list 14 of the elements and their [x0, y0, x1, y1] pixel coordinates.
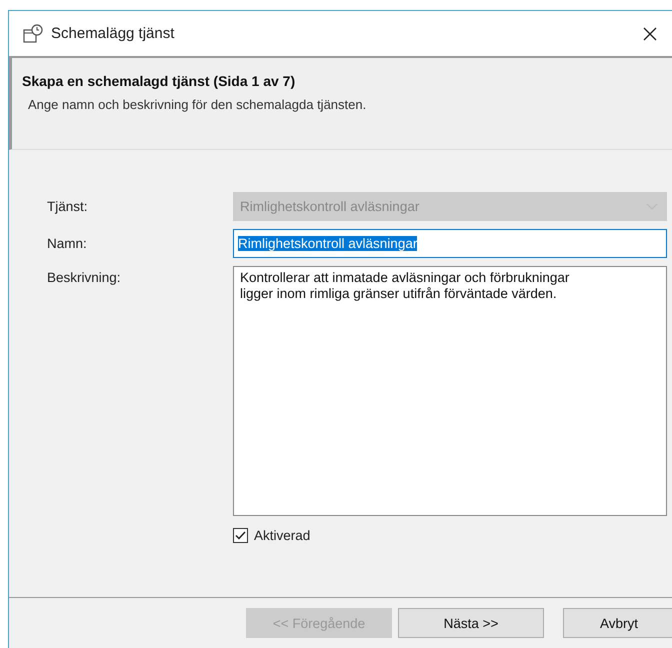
field-label: Namn: [47, 236, 88, 251]
close-icon[interactable] [642, 26, 658, 42]
checkbox-label: Aktiverad [254, 528, 310, 543]
checkbox[interactable] [233, 528, 248, 543]
page-heading: Skapa en schemalagd tjänst (Sida 1 av 7) [22, 73, 296, 89]
description-field[interactable]: Kontrollerar att inmatade avläsningar och förbrukningar ligger inom rimliga gränser utifrån förväntade värden. [233, 266, 667, 516]
name-field[interactable]: Rimlighetskontroll avläsningar [233, 229, 667, 258]
field-label: Beskrivning: [47, 269, 122, 285]
calendar-clock-icon [23, 24, 43, 44]
wizard-button[interactable]: Avbryt [563, 608, 672, 638]
page-description: Ange namn och beskrivning för den schemalagda tjänsten. [28, 97, 368, 112]
field-label: Tjänst: [47, 199, 89, 214]
window-title: Schemalägg tjänst [51, 25, 176, 42]
wizard-button[interactable]: Nästa >> [398, 608, 544, 638]
